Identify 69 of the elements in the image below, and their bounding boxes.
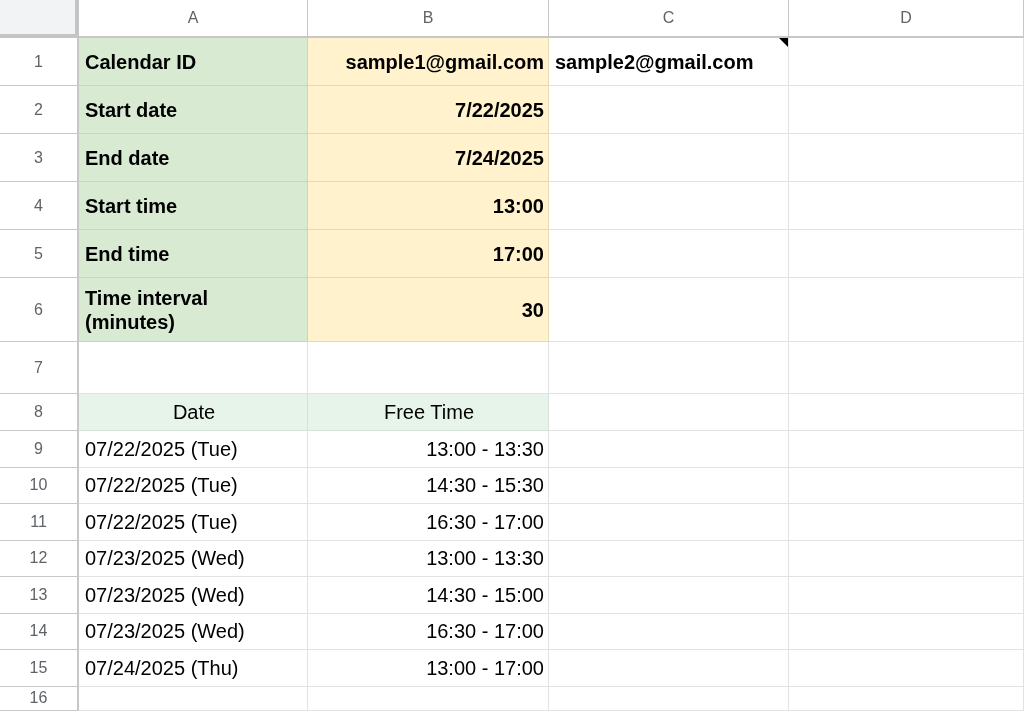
table-cell[interactable]: sample2@gmail.com: [549, 38, 789, 86]
table-cell[interactable]: 07/22/2025 (Tue): [79, 504, 308, 541]
table-cell[interactable]: 14:30 - 15:00: [308, 577, 549, 614]
table-cell[interactable]: Time interval (minutes): [79, 278, 308, 342]
table-cell[interactable]: Start time: [79, 182, 308, 230]
table-cell[interactable]: [789, 613, 1024, 650]
table-cell[interactable]: [789, 182, 1024, 230]
table-cell[interactable]: [79, 342, 308, 394]
table-cell[interactable]: [549, 431, 789, 468]
table-cell[interactable]: [789, 134, 1024, 182]
table-cell[interactable]: 07/23/2025 (Wed): [79, 613, 308, 650]
table-cell[interactable]: [549, 577, 789, 614]
table-cell[interactable]: [549, 650, 789, 687]
table-cell[interactable]: [789, 394, 1024, 431]
table-cell[interactable]: [549, 182, 789, 230]
table-cell[interactable]: 16:30 - 17:00: [308, 504, 549, 541]
table-cell[interactable]: 07/23/2025 (Wed): [79, 540, 308, 577]
table-cell[interactable]: [79, 686, 308, 711]
table-cell[interactable]: 13:00: [308, 182, 549, 230]
table-cell[interactable]: [549, 504, 789, 541]
table-cell[interactable]: [549, 394, 789, 431]
column-header[interactable]: B: [308, 0, 549, 38]
table-cell[interactable]: [549, 613, 789, 650]
select-all-corner[interactable]: [0, 0, 79, 38]
table-cell[interactable]: [789, 650, 1024, 687]
table-cell[interactable]: [789, 540, 1024, 577]
table-cell[interactable]: [549, 278, 789, 342]
table-cell[interactable]: 07/22/2025 (Tue): [79, 431, 308, 468]
table-cell[interactable]: 17:00: [308, 230, 549, 278]
table-cell[interactable]: 7/22/2025: [308, 86, 549, 134]
table-cell[interactable]: 13:00 - 17:00: [308, 650, 549, 687]
table-cell[interactable]: 07/23/2025 (Wed): [79, 577, 308, 614]
table-cell[interactable]: [789, 467, 1024, 504]
table-cell[interactable]: [789, 86, 1024, 134]
table-cell[interactable]: [549, 467, 789, 504]
table-cell[interactable]: [549, 686, 789, 711]
table-cell[interactable]: 07/24/2025 (Thu): [79, 650, 308, 687]
table-cell[interactable]: [789, 342, 1024, 394]
table-cell[interactable]: [308, 342, 549, 394]
table-cell[interactable]: [549, 134, 789, 182]
table-cell[interactable]: 30: [308, 278, 549, 342]
table-cell[interactable]: [789, 577, 1024, 614]
table-cell[interactable]: 16:30 - 17:00: [308, 613, 549, 650]
table-cell[interactable]: Start date: [79, 86, 308, 134]
table-cell[interactable]: [549, 342, 789, 394]
table-cell[interactable]: 07/22/2025 (Tue): [79, 467, 308, 504]
table-cell[interactable]: [549, 540, 789, 577]
table-cell[interactable]: [789, 686, 1024, 711]
table-cell[interactable]: End time: [79, 230, 308, 278]
table-cell[interactable]: 13:00 - 13:30: [308, 431, 549, 468]
table-cell[interactable]: 7/24/2025: [308, 134, 549, 182]
table-cell[interactable]: Free Time: [308, 394, 549, 431]
table-cell[interactable]: [549, 230, 789, 278]
column-header[interactable]: D: [789, 0, 1024, 38]
table-cell[interactable]: [789, 431, 1024, 468]
table-cell[interactable]: Calendar ID: [79, 38, 308, 86]
table-cell[interactable]: [789, 230, 1024, 278]
column-header[interactable]: C: [549, 0, 789, 38]
table-cell[interactable]: sample1@gmail.com: [308, 38, 549, 86]
table-cell[interactable]: End date: [79, 134, 308, 182]
table-cell[interactable]: [308, 686, 549, 711]
table-cell[interactable]: [789, 504, 1024, 541]
column-header[interactable]: A: [79, 0, 308, 38]
table-cell[interactable]: [789, 38, 1024, 86]
table-cell[interactable]: Date: [79, 394, 308, 431]
table-cell[interactable]: 14:30 - 15:30: [308, 467, 549, 504]
table-cell[interactable]: 13:00 - 13:30: [308, 540, 549, 577]
table-cell[interactable]: [549, 86, 789, 134]
table-cell[interactable]: [789, 278, 1024, 342]
